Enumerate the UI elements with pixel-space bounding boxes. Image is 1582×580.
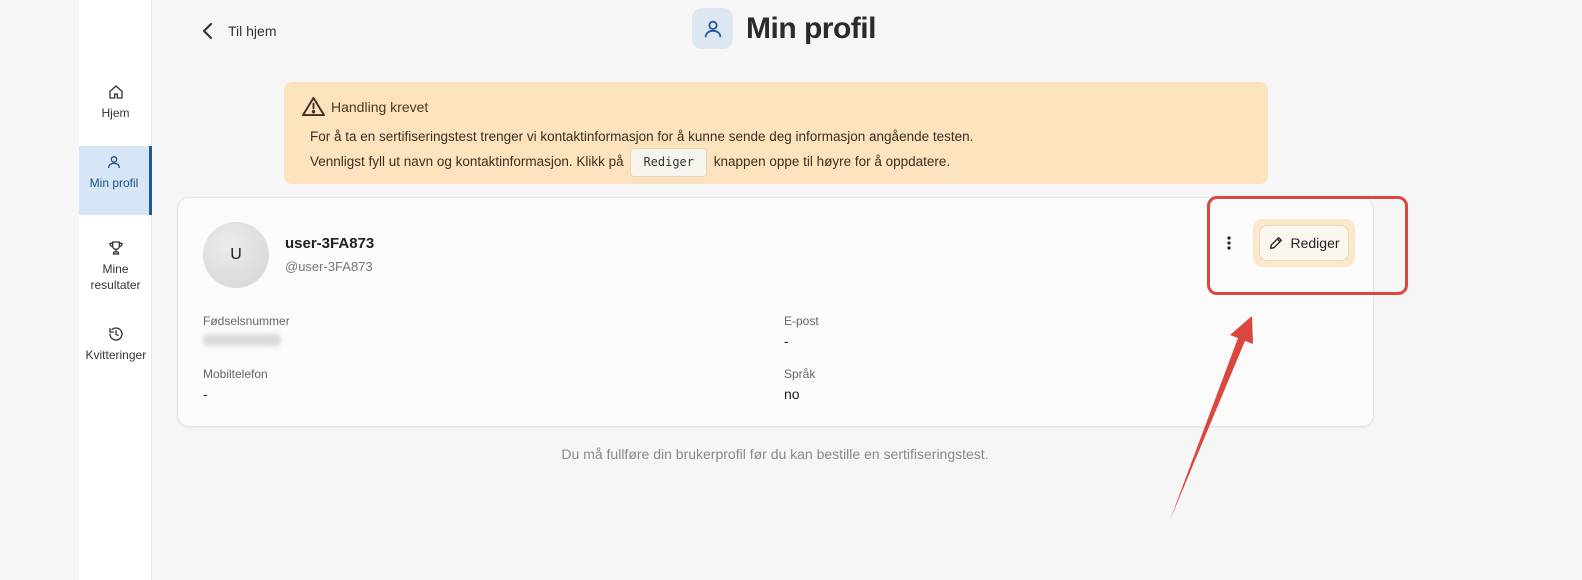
user-handle: @user-3FA873: [285, 259, 373, 274]
sidebar-item-home[interactable]: Hjem: [79, 84, 152, 121]
phone-value: -: [203, 386, 208, 402]
title-icon-badge: [692, 8, 733, 49]
sidebar-item-receipts[interactable]: Kvitteringer: [79, 326, 152, 363]
annotation-highlight-box: [1207, 196, 1408, 295]
alert-line-2: Vennligst fyll ut navn og kontaktinforma…: [302, 148, 1250, 177]
phone-field: Mobiltelefon -: [203, 367, 268, 402]
alert-line-2-before: Vennligst fyll ut navn og kontaktinforma…: [310, 154, 624, 169]
sidebar-item-results[interactable]: Mine resultater: [79, 240, 152, 293]
trophy-icon: [108, 241, 123, 255]
history-icon: [108, 327, 123, 341]
birth-number-field: Fødselsnummer: [203, 314, 290, 349]
email-label: E-post: [784, 314, 819, 328]
phone-label: Mobiltelefon: [203, 367, 268, 381]
back-link[interactable]: Til hjem: [200, 21, 277, 41]
sidebar-item-label: Min profil: [89, 176, 139, 190]
footer-note: Du må fullføre din brukerprofil før du k…: [561, 446, 989, 462]
alert-line-1: For å ta en sertifiseringstest trenger v…: [310, 129, 974, 144]
sidebar-item-label: Mine resultater: [90, 262, 141, 292]
home-icon: [108, 85, 123, 99]
user-icon: [704, 20, 721, 37]
alert-header: Handling krevet: [302, 96, 1250, 117]
email-field: E-post -: [784, 314, 819, 349]
language-value: no: [784, 386, 800, 402]
sidebar-item-label: Kvitteringer: [85, 348, 147, 362]
chevron-left-icon: [202, 22, 213, 40]
alert-line-2-after: knappen oppe til høyre for å oppdatere.: [713, 154, 951, 169]
birth-number-label: Fødselsnummer: [203, 314, 290, 328]
birth-number-value-redacted: [203, 333, 290, 349]
user-icon: [108, 156, 120, 169]
sidebar-item-label: Hjem: [101, 106, 130, 120]
avatar: U: [203, 222, 269, 288]
language-field: Språk no: [784, 367, 815, 402]
sidebar: Hjem Min profil Mine resultater Kvitteri…: [79, 0, 152, 580]
code-chip: Rediger: [630, 148, 708, 177]
back-link-label: Til hjem: [228, 23, 277, 39]
left-gutter: [0, 0, 79, 580]
annotation-arrow-icon: [1170, 316, 1253, 520]
alert-title: Handling krevet: [331, 98, 429, 115]
email-value: -: [784, 333, 789, 349]
page-title: Min profil: [746, 11, 876, 45]
language-label: Språk: [784, 367, 816, 381]
page-header: Min profil: [692, 8, 876, 49]
username: user-3FA873: [285, 235, 375, 252]
sidebar-item-profile[interactable]: Min profil: [79, 146, 152, 215]
warning-icon: [302, 96, 325, 117]
redacted-value: [203, 334, 281, 346]
action-required-alert: Handling krevet For å ta en sertifiserin…: [284, 82, 1268, 184]
